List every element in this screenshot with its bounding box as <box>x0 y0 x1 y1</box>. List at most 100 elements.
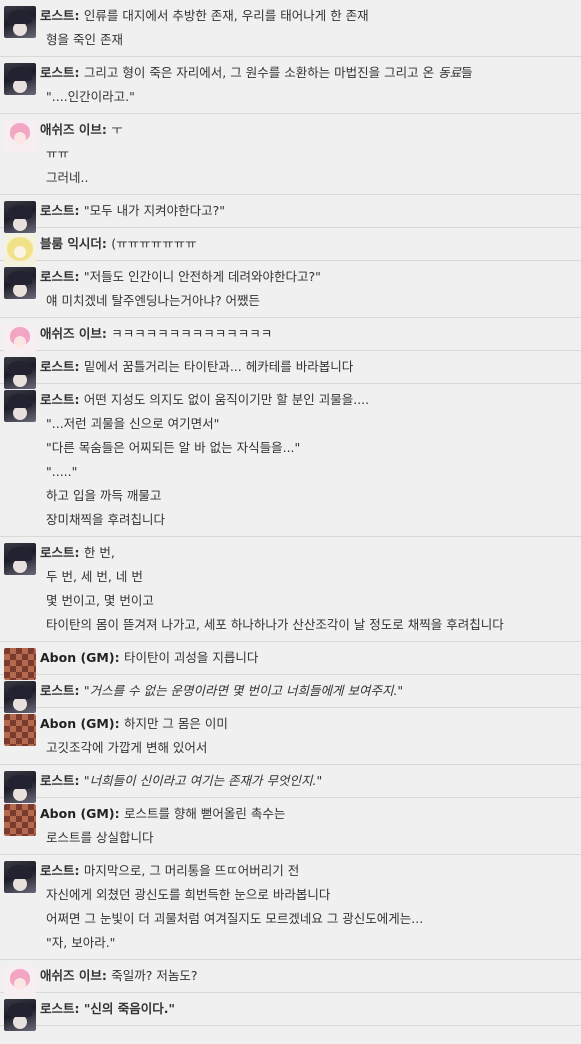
chat-message: 로스트: "거스를 수 없는 운명이라면 몇 번이고 너희들에게 보여주지." <box>0 675 581 713</box>
message-line: 그러네.. <box>40 166 575 190</box>
speaker-separator: : <box>74 1001 84 1016</box>
speaker-name[interactable]: Abon (GM) <box>40 716 115 731</box>
message-text: "신의 죽음이다." <box>83 1001 176 1016</box>
message-first-line: 로스트: 밑에서 꿈틀거리는 타이탄과... 헤카테를 바라봅니다 <box>40 355 575 379</box>
message-text: 얘 미치겠네 탈주엔딩나는거아냐? 어쨌든 <box>46 293 261 308</box>
message-line: 어쩌면 그 눈빛이 더 괴물처럼 여겨질지도 모르겠네요 그 광신도에게는... <box>40 907 575 931</box>
message-line: "다른 목숨들은 어찌되든 알 바 없는 자식들을..." <box>40 436 575 460</box>
message-text: "거스를 수 없는 운명이라면 몇 번이고 너희들에게 보여주지." <box>83 683 404 698</box>
message-first-line: 로스트: "신의 죽음이다." <box>40 997 575 1021</box>
chat-log: 로스트: 인류를 대지에서 추방한 존재, 우리를 태어나게 한 존재 형을 죽인… <box>0 0 581 1031</box>
speaker-name[interactable]: 애쉬즈 이브 <box>40 968 102 983</box>
speaker-name[interactable]: 블룸 익시더 <box>40 236 102 251</box>
message-line: 타이탄의 몸이 뜯겨져 나가고, 세포 하나하나가 산산조각이 날 정도로 채찍… <box>40 613 575 637</box>
rost-avatar[interactable] <box>4 267 36 299</box>
message-first-line: 로스트: 한 번, <box>40 541 575 565</box>
message-first-line: 로스트: 인류를 대지에서 추방한 존재, 우리를 태어나게 한 존재 <box>40 4 575 28</box>
speaker-name[interactable]: 로스트 <box>40 545 75 560</box>
speaker-name[interactable]: 로스트 <box>40 683 75 698</box>
message-text: 마지막으로, 그 머리통을 뜨ㄸ어버리기 전 <box>83 863 300 878</box>
message-text: "저들도 인간이니 안전하게 데려와야한다고?" <box>83 269 321 284</box>
chat-message: 로스트: "너희들이 신이라고 여기는 존재가 무엇인지." <box>0 765 581 803</box>
message-text: ㅜ <box>111 122 123 137</box>
message-line: 몇 번이고, 몇 번이고 <box>40 589 575 613</box>
speaker-name[interactable]: Abon (GM) <box>40 650 115 665</box>
rost-avatar[interactable] <box>4 861 36 893</box>
message-first-line: 로스트: "너희들이 신이라고 여기는 존재가 무엇인지." <box>40 769 575 793</box>
chat-message: Abon (GM): 타이탄이 괴성을 지릅니다 <box>0 642 581 680</box>
message-text: 타이탄의 몸이 뜯겨져 나가고, 세포 하나하나가 산산조각이 날 정도로 채찍… <box>46 617 504 632</box>
message-line: 얘 미치겠네 탈주엔딩나는거아냐? 어쨌든 <box>40 289 575 313</box>
eve-avatar[interactable] <box>4 120 36 152</box>
chat-message: 로스트: "저들도 인간이니 안전하게 데려와야한다고?" 얘 미치겠네 탈주엔딩… <box>0 261 581 318</box>
message-text: "너희들이 신이라고 여기는 존재가 무엇인지." <box>83 773 323 788</box>
speaker-name[interactable]: 로스트 <box>40 269 75 284</box>
chat-message: 로스트: 마지막으로, 그 머리통을 뜨ㄸ어버리기 전자신에게 외쳤던 광신도를… <box>0 855 581 960</box>
speaker-name[interactable]: 로스트 <box>40 392 75 407</box>
gm-avatar[interactable] <box>4 804 36 836</box>
message-first-line: 로스트: "거스를 수 없는 운명이라면 몇 번이고 너희들에게 보여주지." <box>40 679 575 703</box>
message-text: 밑에서 꿈틀거리는 타이탄과... 헤카테를 바라봅니다 <box>83 359 354 374</box>
chat-message: 로스트: 어떤 지성도 의지도 없이 움직이기만 할 분인 괴물을.... "..… <box>0 384 581 537</box>
message-line: 자신에게 외쳤던 광신도를 희번득한 눈으로 바라봅니다 <box>40 883 575 907</box>
speaker-separator: : <box>101 326 112 341</box>
speaker-separator: : <box>74 863 84 878</box>
rost-avatar[interactable] <box>4 390 36 422</box>
message-text: 죽일까? 저놈도? <box>111 968 198 983</box>
message-text: "...저런 괴물을 신으로 여기면서" <box>46 416 220 431</box>
message-first-line: 로스트: 어떤 지성도 의지도 없이 움직이기만 할 분인 괴물을.... <box>40 388 575 412</box>
speaker-separator: : <box>74 359 84 374</box>
rost-avatar[interactable] <box>4 543 36 575</box>
speaker-separator: : <box>114 806 124 821</box>
message-first-line: 애쉬즈 이브: ㅋㅋㅋㅋㅋㅋㅋㅋㅋㅋㅋㅋㅋㅋ <box>40 322 575 346</box>
message-text: 두 번, 세 번, 네 번 <box>46 569 143 584</box>
message-text: "....인간이라고." <box>46 89 135 104</box>
chat-message: 애쉬즈 이브: 죽일까? 저놈도? <box>0 960 581 998</box>
message-text: 그러네.. <box>46 170 89 185</box>
speaker-separator: : <box>74 269 84 284</box>
message-first-line: Abon (GM): 타이탄이 괴성을 지릅니다 <box>40 646 575 670</box>
message-text: 들 <box>461 65 473 80</box>
speaker-name[interactable]: 로스트 <box>40 773 75 788</box>
chat-message: 블룸 익시더: (ㅠㅠㅠㅠㅠㅠㅠ <box>0 228 581 266</box>
chat-message: 애쉬즈 이브: ㅋㅋㅋㅋㅋㅋㅋㅋㅋㅋㅋㅋㅋㅋ <box>0 318 581 356</box>
message-text: "자, 보아라." <box>46 935 116 950</box>
message-text: 자신에게 외쳤던 광신도를 희번득한 눈으로 바라봅니다 <box>46 887 331 902</box>
message-line: 하고 입을 까득 깨물고 <box>40 484 575 508</box>
message-text: 어쩌면 그 눈빛이 더 괴물처럼 여겨질지도 모르겠네요 그 광신도에게는... <box>46 911 424 926</box>
message-text: 고깃조각에 가깝게 변해 있어서 <box>46 740 208 755</box>
chat-message: Abon (GM): 하지만 그 몸은 이미고깃조각에 가깝게 변해 있어서 <box>0 708 581 765</box>
chat-message: 애쉬즈 이브: ㅜㅠㅠ 그러네.. <box>0 114 581 195</box>
message-text: 한 번, <box>83 545 115 560</box>
rost-avatar[interactable] <box>4 6 36 38</box>
speaker-name[interactable]: 로스트 <box>40 65 75 80</box>
message-first-line: Abon (GM): 하지만 그 몸은 이미 <box>40 712 575 736</box>
chat-message: Abon (GM): 로스트를 향해 뻗어올린 촉수는 로스트를 상실합니다 <box>0 798 581 855</box>
speaker-name[interactable]: 로스트 <box>40 1001 75 1016</box>
speaker-separator: : <box>101 122 112 137</box>
message-text: 장미채찍을 후려칩니다 <box>46 512 165 527</box>
speaker-separator: : <box>74 773 84 788</box>
speaker-name[interactable]: 애쉬즈 이브 <box>40 122 102 137</box>
speaker-separator: : <box>74 203 84 218</box>
message-line: 장미채찍을 후려칩니다 <box>40 508 575 532</box>
speaker-name[interactable]: 로스트 <box>40 359 75 374</box>
message-text: 로스트를 상실합니다 <box>46 830 154 845</box>
gm-avatar[interactable] <box>4 714 36 746</box>
message-text: 타이탄이 괴성을 지릅니다 <box>123 650 259 665</box>
message-line: 형을 죽인 존재 <box>40 28 575 52</box>
message-text: ㅋㅋㅋㅋㅋㅋㅋㅋㅋㅋㅋㅋㅋㅋ <box>111 326 273 341</box>
message-first-line: 로스트: 그리고 형이 죽은 자리에서, 그 원수를 소환하는 마법진을 그리고… <box>40 61 575 85</box>
speaker-name[interactable]: Abon (GM) <box>40 806 115 821</box>
rost-avatar[interactable] <box>4 999 36 1031</box>
speaker-name[interactable]: 로스트 <box>40 8 75 23</box>
message-text: 몇 번이고, 몇 번이고 <box>46 593 154 608</box>
rost-avatar[interactable] <box>4 63 36 95</box>
speaker-separator: : <box>114 716 124 731</box>
message-line: ㅠㅠ <box>40 142 575 166</box>
speaker-name[interactable]: 애쉬즈 이브 <box>40 326 102 341</box>
chat-message: 로스트: 한 번, 두 번, 세 번, 네 번몇 번이고, 몇 번이고타이탄의 몸… <box>0 537 581 642</box>
speaker-name[interactable]: 로스트 <box>40 203 75 218</box>
chat-message: 로스트: 그리고 형이 죽은 자리에서, 그 원수를 소환하는 마법진을 그리고… <box>0 57 581 114</box>
speaker-name[interactable]: 로스트 <box>40 863 75 878</box>
